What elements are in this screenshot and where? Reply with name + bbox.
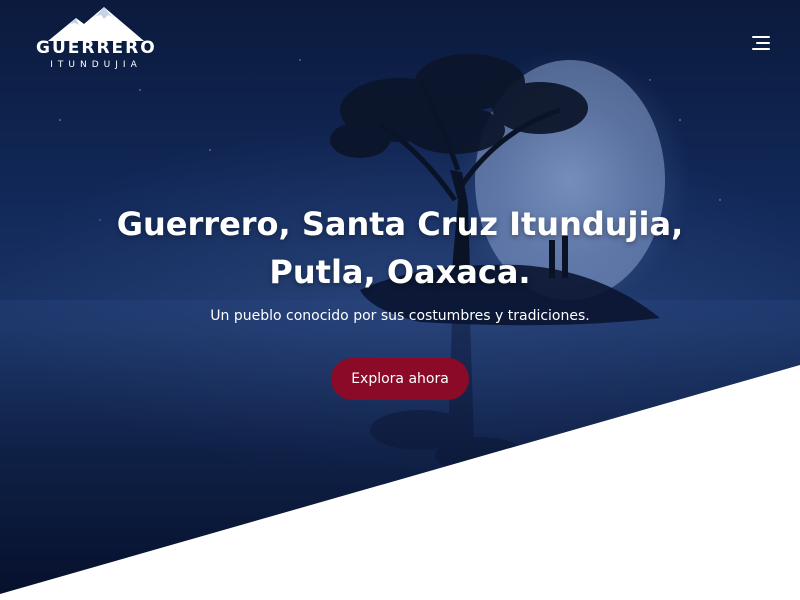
hero-headline: Guerrero, Santa Cruz Itundujia, Putla, O…: [116, 205, 684, 291]
hamburger-menu-icon[interactable]: [744, 32, 770, 54]
brand-title: GUERRERO: [36, 38, 157, 58]
mountain-logo-icon: [48, 7, 144, 41]
site-header: GUERRERO ITUNDUJIA: [0, 0, 800, 80]
brand-subtitle: ITUNDUJIA: [50, 60, 142, 70]
brand-logo[interactable]: GUERRERO ITUNDUJIA: [36, 4, 156, 74]
menu-line: [752, 36, 770, 38]
menu-line: [752, 48, 770, 50]
explore-button[interactable]: Explora ahora: [331, 358, 469, 400]
menu-line: [756, 42, 770, 44]
hero-subheadline: Un pueblo conocido por sus costumbres y …: [210, 308, 590, 324]
hero-content: Guerrero, Santa Cruz Itundujia, Putla, O…: [0, 200, 800, 400]
